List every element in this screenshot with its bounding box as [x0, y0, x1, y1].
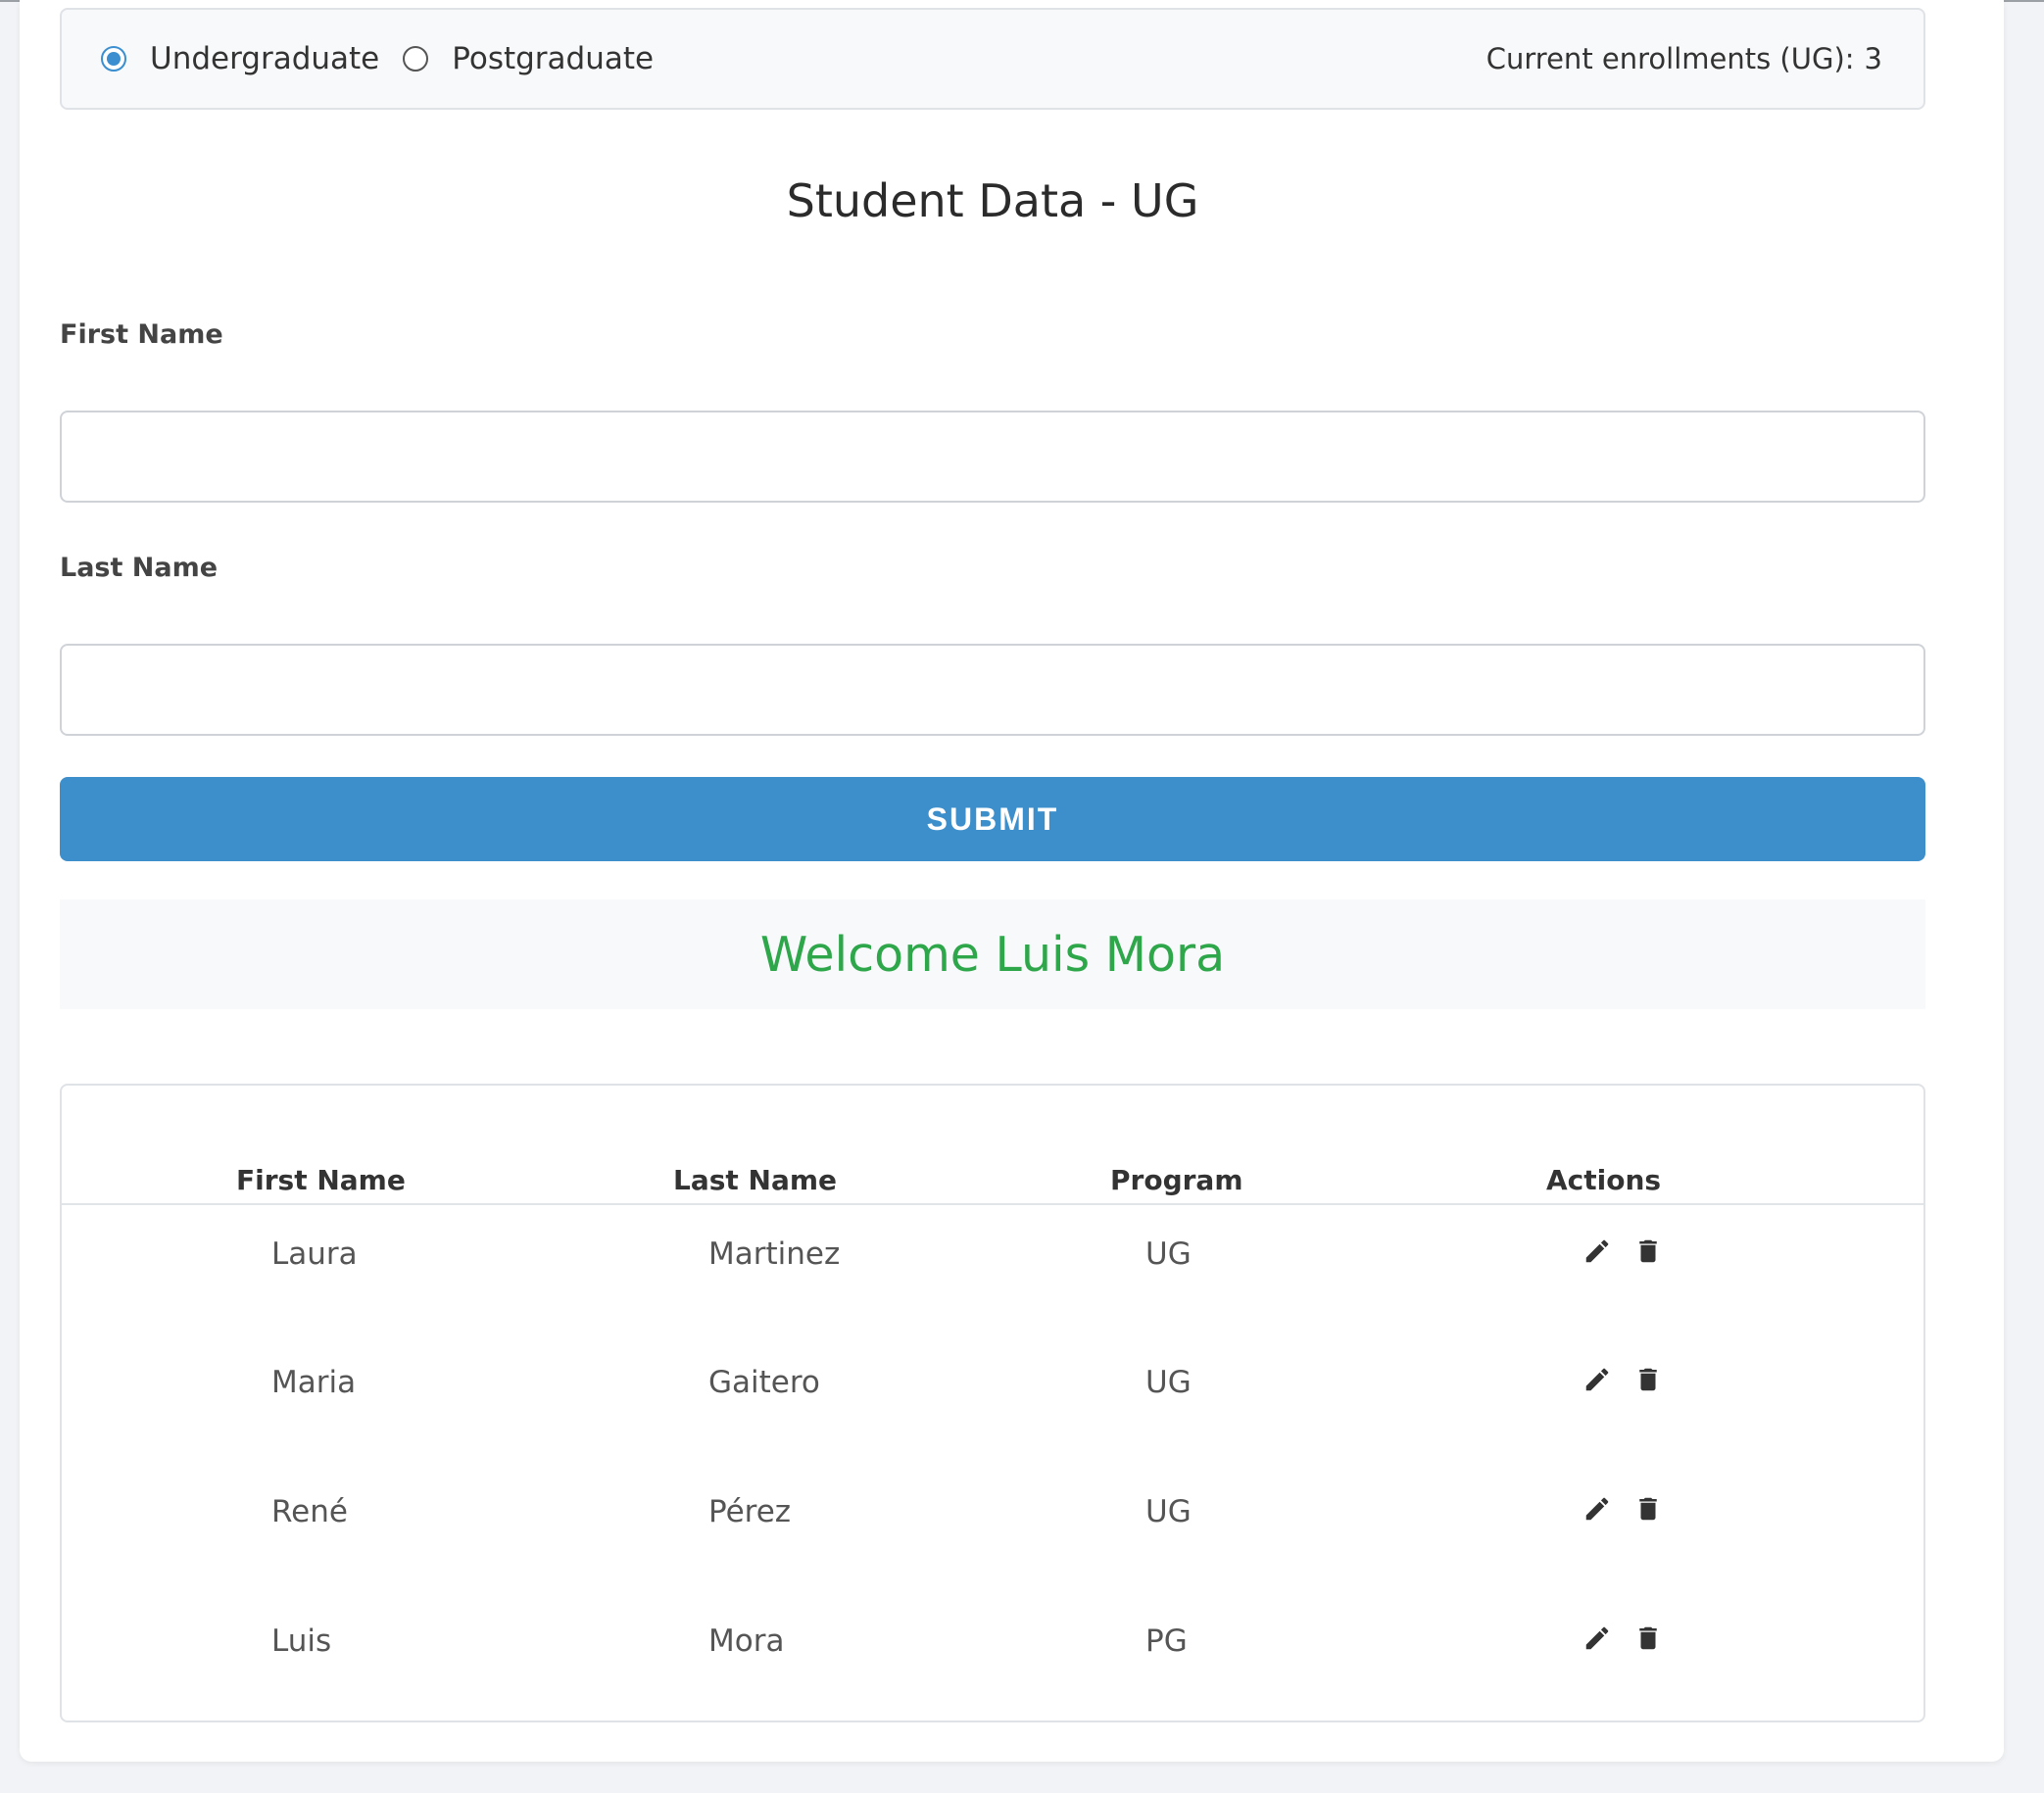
cell-program: UG	[1145, 1365, 1192, 1400]
delete-trash-icon[interactable]	[1633, 1236, 1663, 1266]
radio-undergraduate-label[interactable]: Undergraduate	[150, 41, 379, 76]
cell-last-name: Pérez	[708, 1494, 792, 1529]
cell-program: UG	[1145, 1236, 1192, 1272]
delete-trash-svg	[1639, 1239, 1657, 1263]
edit-pencil-icon[interactable]	[1582, 1494, 1612, 1524]
last-name-input[interactable]	[60, 644, 1925, 736]
cell-last-name: Gaitero	[708, 1365, 820, 1400]
edit-pencil-svg	[1585, 1368, 1609, 1391]
edit-pencil-icon[interactable]	[1582, 1623, 1612, 1653]
cell-last-name: Martinez	[708, 1236, 841, 1272]
delete-trash-svg	[1639, 1626, 1657, 1650]
delete-trash-svg	[1639, 1497, 1657, 1521]
submit-button[interactable]: SUBMIT	[60, 777, 1925, 861]
cell-first-name: Luis	[271, 1623, 332, 1659]
column-header-last-name: Last Name	[673, 1164, 838, 1196]
cell-last-name: Mora	[708, 1623, 785, 1659]
radio-postgraduate[interactable]: Postgraduate	[403, 41, 654, 76]
first-name-label: First Name	[60, 319, 223, 350]
edit-pencil-icon[interactable]	[1582, 1365, 1612, 1394]
radio-postgraduate-label[interactable]: Postgraduate	[452, 41, 654, 76]
first-name-input[interactable]	[60, 411, 1925, 503]
page-title: Student Data - UG	[786, 174, 1199, 227]
delete-trash-icon[interactable]	[1633, 1365, 1663, 1394]
enrollment-label: Current enrollments (UG):	[1485, 42, 1855, 75]
last-name-label: Last Name	[60, 553, 219, 583]
radio-unchecked-icon[interactable]	[403, 46, 429, 72]
enrollment-counter: Current enrollments (UG): 3	[1486, 42, 1882, 75]
cell-first-name: Maria	[271, 1365, 357, 1400]
welcome-banner: Welcome Luis Mora	[60, 899, 1925, 1009]
radio-dot	[107, 52, 121, 66]
delete-trash-icon[interactable]	[1633, 1494, 1663, 1524]
radio-undergraduate[interactable]: Undergraduate	[101, 41, 379, 76]
cell-first-name: Laura	[271, 1236, 358, 1272]
edit-pencil-svg	[1585, 1626, 1609, 1650]
edit-pencil-icon[interactable]	[1582, 1236, 1612, 1266]
edit-pencil-svg	[1585, 1497, 1609, 1521]
radio-checked-icon[interactable]	[101, 46, 126, 72]
edit-pencil-svg	[1585, 1239, 1609, 1263]
delete-trash-svg	[1639, 1368, 1657, 1391]
column-header-actions: Actions	[1546, 1164, 1662, 1196]
enrollment-count: 3	[1864, 42, 1882, 75]
program-radio-group: Undergraduate Postgraduate	[101, 41, 677, 76]
program-selector-bar: Undergraduate Postgraduate Current enrol…	[60, 8, 1925, 110]
cell-program: PG	[1145, 1623, 1188, 1659]
cell-first-name: René	[271, 1494, 348, 1529]
delete-trash-icon[interactable]	[1633, 1623, 1663, 1653]
table-header-divider	[62, 1203, 1923, 1205]
cell-program: UG	[1145, 1494, 1192, 1529]
column-header-program: Program	[1110, 1164, 1243, 1196]
welcome-message: Welcome Luis Mora	[759, 926, 1226, 983]
column-header-first-name: First Name	[236, 1164, 406, 1196]
